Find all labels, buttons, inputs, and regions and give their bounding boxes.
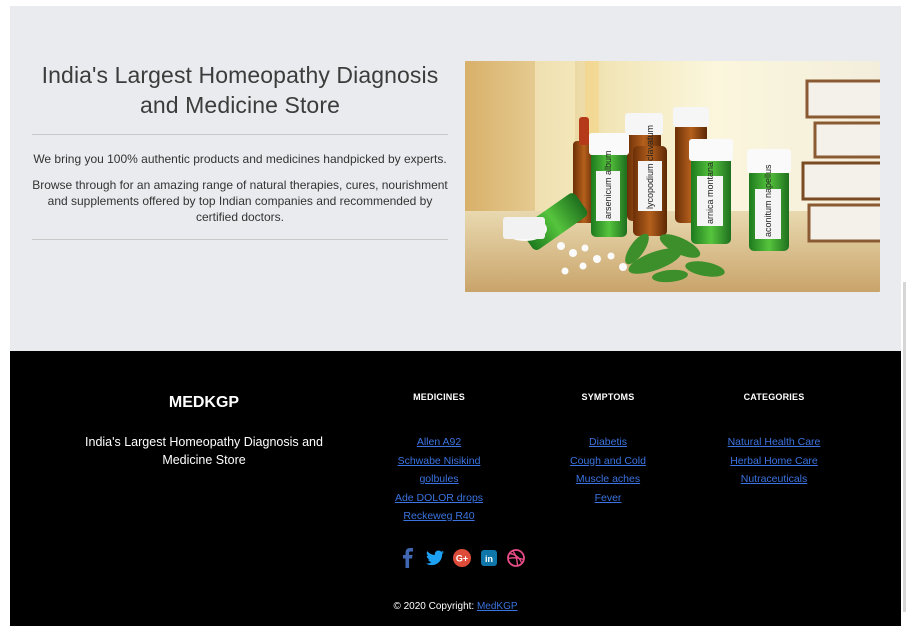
footer-brand-name: MEDKGP bbox=[168, 394, 240, 411]
footer-brand: MEDKGP India's Largest Homeopathy Diagno… bbox=[78, 393, 330, 469]
symptom-link-diabetis[interactable]: Diabetis bbox=[589, 436, 627, 448]
footer-medicines-column: MEDICINES Allen A92 Schwabe Nisikind gol… bbox=[389, 391, 489, 526]
social-icons: G+ in bbox=[399, 547, 525, 569]
linkedin-icon[interactable]: in bbox=[480, 548, 498, 568]
bottle-label-1: arsenicum album bbox=[603, 150, 613, 219]
copyright-text: © 2020 Copyright: bbox=[393, 601, 475, 612]
medicine-link-ade-dolor[interactable]: Ade DOLOR drops bbox=[395, 492, 483, 504]
facebook-icon[interactable] bbox=[399, 548, 417, 568]
footer-categories-heading: CATEGORIES bbox=[743, 392, 805, 402]
list-item: Allen A92 bbox=[389, 433, 489, 452]
footer: MEDKGP India's Largest Homeopathy Diagno… bbox=[10, 351, 901, 626]
google-plus-icon[interactable]: G+ bbox=[453, 548, 471, 568]
list-item: Herbal Home Care bbox=[714, 452, 834, 471]
list-item: Reckeweg R40 bbox=[389, 507, 489, 526]
category-link-herbal-home-care[interactable]: Herbal Home Care bbox=[730, 455, 818, 467]
list-item: Schwabe Nisikind golbules bbox=[389, 452, 489, 489]
svg-text:in: in bbox=[485, 554, 493, 564]
dribbble-icon[interactable] bbox=[507, 548, 525, 568]
list-item: Fever bbox=[558, 489, 658, 508]
hero-body: Browse through for an amazing range of n… bbox=[32, 178, 448, 224]
footer-symptoms-heading: SYMPTOMS bbox=[581, 392, 635, 402]
symptom-link-cough-cold[interactable]: Cough and Cold bbox=[570, 455, 646, 467]
twitter-icon[interactable] bbox=[426, 548, 444, 568]
list-item: Nutraceuticals bbox=[714, 470, 834, 489]
list-item: Ade DOLOR drops bbox=[389, 489, 489, 508]
medicine-link-allen-a92[interactable]: Allen A92 bbox=[417, 436, 461, 448]
hero-title: India's Largest Homeopathy Diagnosis and… bbox=[41, 62, 439, 118]
footer-symptoms-list: Diabetis Cough and Cold Muscle aches Fev… bbox=[558, 433, 658, 507]
footer-categories-list: Natural Health Care Herbal Home Care Nut… bbox=[714, 433, 834, 489]
hero-divider-bottom bbox=[32, 239, 448, 240]
footer-medicines-heading: MEDICINES bbox=[413, 392, 465, 402]
medicine-link-reckeweg-r40[interactable]: Reckeweg R40 bbox=[403, 510, 474, 522]
footer-medicines-list: Allen A92 Schwabe Nisikind golbules Ade … bbox=[389, 433, 489, 526]
copyright-link[interactable]: MedKGP bbox=[477, 601, 518, 612]
hero-image: arsenicum album lycopodium clavatum arni… bbox=[465, 61, 880, 292]
hero-section: India's Largest Homeopathy Diagnosis and… bbox=[32, 60, 448, 240]
category-link-natural-health-care[interactable]: Natural Health Care bbox=[728, 436, 821, 448]
list-item: Diabetis bbox=[558, 433, 658, 452]
svg-text:G+: G+ bbox=[456, 554, 468, 564]
bottle-label-2: lycopodium clavatum bbox=[645, 125, 655, 209]
footer-symptoms-column: SYMPTOMS Diabetis Cough and Cold Muscle … bbox=[558, 391, 658, 507]
bottle-label-3: arnica montana bbox=[705, 162, 715, 224]
footer-categories-column: CATEGORIES Natural Health Care Herbal Ho… bbox=[714, 391, 834, 489]
hero-lead: We bring you 100% authentic products and… bbox=[33, 152, 447, 166]
medicine-link-schwabe-nisikind[interactable]: Schwabe Nisikind golbules bbox=[398, 455, 481, 486]
list-item: Natural Health Care bbox=[714, 433, 834, 452]
bottle-label-4: aconitum napellus bbox=[763, 164, 773, 237]
symptom-link-muscle-aches[interactable]: Muscle aches bbox=[576, 473, 640, 485]
page: India's Largest Homeopathy Diagnosis and… bbox=[10, 6, 901, 626]
category-link-nutraceuticals[interactable]: Nutraceuticals bbox=[741, 473, 808, 485]
list-item: Muscle aches bbox=[558, 470, 658, 489]
list-item: Cough and Cold bbox=[558, 452, 658, 471]
hero-divider-top bbox=[32, 134, 448, 135]
footer-brand-description: India's Largest Homeopathy Diagnosis and… bbox=[85, 435, 323, 467]
copyright: © 2020 Copyright: MedKGP bbox=[10, 601, 901, 613]
symptom-link-fever[interactable]: Fever bbox=[595, 492, 622, 504]
